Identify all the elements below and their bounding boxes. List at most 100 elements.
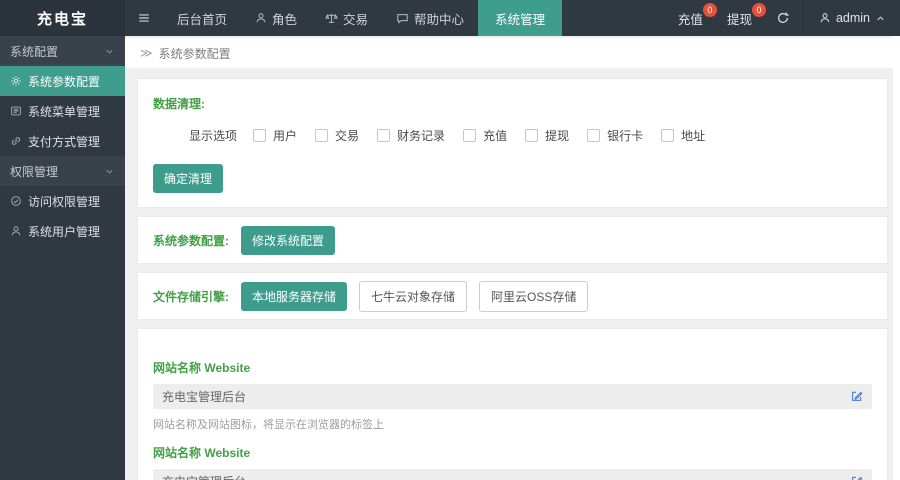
top-navigation: 后台首页 角色 交易 帮助中心 系统管理 (163, 0, 563, 36)
user-menu[interactable]: admin (801, 0, 900, 36)
checkbox-bank-card[interactable]: 银行卡 (587, 127, 643, 144)
card-title: 数据清理: (153, 97, 205, 111)
sidebar-item-system-params[interactable]: 系统参数配置 (0, 66, 125, 96)
website-name-input-2[interactable] (153, 469, 872, 480)
sidebar-item-label: 系统用户管理 (28, 224, 101, 239)
breadcrumb-label: 系统参数配置 (158, 46, 231, 61)
checkbox-box[interactable] (661, 129, 675, 142)
storage-engine-card: 文件存储引擎: 本地服务器存储 七牛云对象存储 阿里云OSS存储 (137, 272, 888, 320)
field-help-text: 网站名称及网站图标，将显示在浏览器的标签上 (153, 419, 384, 431)
main-area: ≫ 系统参数配置 数据清理: 显示选项 用户 交易 财务记录 充值 提现 银行卡… (125, 36, 900, 480)
checkbox-withdraw[interactable]: 提现 (525, 127, 569, 144)
confirm-cleanup-button[interactable]: 确定清理 (153, 164, 224, 193)
checkbox-box[interactable] (587, 129, 601, 142)
input-wrap (153, 469, 872, 480)
storage-aliyun-oss-button[interactable]: 阿里云OSS存储 (479, 280, 589, 312)
checkbox-box[interactable] (525, 129, 539, 142)
sidebar-group-permissions[interactable]: 权限管理 (0, 156, 125, 186)
website-name-input-1[interactable] (153, 384, 872, 409)
topbar-right: 充值 0 提现 0 admin (666, 0, 900, 36)
website-name-field-2: 网站名称 Website 网站名称及网站图标，将显示在浏览器的标签上 (153, 444, 872, 480)
withdraw-badge: 0 (751, 3, 766, 17)
refresh-icon[interactable] (764, 0, 802, 36)
check-circle-icon (10, 195, 22, 207)
checkbox-transactions[interactable]: 交易 (315, 127, 359, 144)
input-wrap (153, 384, 872, 409)
chat-icon (396, 12, 409, 25)
link-icon (10, 135, 22, 147)
checkbox-label: 充值 (483, 129, 508, 143)
card-title: 文件存储引擎: (153, 289, 229, 304)
sidebar-item-system-menu[interactable]: 系统菜单管理 (0, 96, 125, 126)
nav-item-label: 角色 (272, 12, 298, 27)
sidebar-item-label: 支付方式管理 (28, 134, 101, 149)
breadcrumb: ≫ 系统参数配置 (125, 38, 900, 68)
nav-item-label: 帮助中心 (414, 12, 465, 27)
nav-item-label: 交易 (343, 12, 369, 27)
options-label: 显示选项 (189, 129, 238, 143)
person-icon (10, 225, 22, 237)
storage-qiniu-button[interactable]: 七牛云对象存储 (359, 280, 468, 312)
card-title: 系统参数配置: (153, 233, 229, 248)
field-label: 网站名称 Website (153, 361, 251, 375)
sidebar-item-label: 访问权限管理 (28, 194, 101, 209)
chevron-up-icon (875, 13, 886, 24)
field-label: 网站名称 Website (153, 446, 251, 460)
checkbox-box[interactable] (315, 129, 329, 142)
sidebar-item-label: 系统菜单管理 (28, 104, 101, 119)
withdraw-button[interactable]: 提现 0 (715, 0, 766, 36)
data-cleanup-card: 数据清理: 显示选项 用户 交易 财务记录 充值 提现 银行卡 地址 确定清理 (137, 78, 888, 208)
menu-list-icon (10, 105, 22, 117)
checkbox-label: 地址 (681, 129, 706, 143)
modify-system-config-button[interactable]: 修改系统配置 (241, 225, 336, 255)
nav-item-transactions[interactable]: 交易 (311, 0, 382, 36)
scrollbar[interactable] (893, 36, 900, 480)
system-config-card: 系统参数配置: 修改系统配置 (137, 216, 888, 264)
recharge-button[interactable]: 充值 0 (666, 0, 717, 36)
hamburger-icon[interactable] (125, 0, 163, 36)
cleanup-options-row: 显示选项 用户 交易 财务记录 充值 提现 银行卡 地址 (189, 127, 872, 144)
content: 数据清理: 显示选项 用户 交易 财务记录 充值 提现 银行卡 地址 确定清理 … (125, 68, 900, 480)
checkbox-label: 提现 (545, 129, 570, 143)
nav-item-help-center[interactable]: 帮助中心 (382, 0, 478, 36)
sidebar-item-label: 系统参数配置 (28, 74, 101, 89)
sidebar-item-payment-methods[interactable]: 支付方式管理 (0, 126, 125, 156)
checkbox-recharge[interactable]: 充值 (463, 127, 507, 144)
chevron-down-icon (104, 166, 115, 177)
storage-local-button[interactable]: 本地服务器存储 (241, 281, 348, 311)
checkbox-label: 用户 (273, 129, 298, 143)
nav-item-system-management[interactable]: 系统管理 (478, 0, 563, 36)
scales-icon (325, 12, 338, 25)
app-logo[interactable]: 充电宝 (0, 0, 125, 36)
sidebar-item-access-permissions[interactable]: 访问权限管理 (0, 186, 125, 216)
chevron-down-icon (104, 46, 115, 57)
sidebar-group-system-config[interactable]: 系统配置 (0, 36, 125, 66)
checkbox-address[interactable]: 地址 (661, 127, 705, 144)
nav-item-home[interactable]: 后台首页 (163, 0, 241, 36)
person-icon (819, 12, 831, 24)
checkbox-box[interactable] (377, 129, 391, 142)
website-name-field-1: 网站名称 Website 网站名称及网站图标，将显示在浏览器的标签上 (153, 359, 872, 432)
sidebar-item-system-users[interactable]: 系统用户管理 (0, 216, 125, 246)
checkbox-financial-records[interactable]: 财务记录 (377, 127, 445, 144)
person-icon (255, 12, 267, 24)
checkbox-users[interactable]: 用户 (253, 127, 297, 144)
site-settings-card: 网站名称 Website 网站名称及网站图标，将显示在浏览器的标签上 网站名称 … (137, 328, 888, 480)
checkbox-label: 银行卡 (607, 129, 644, 143)
withdraw-label: 提现 (726, 12, 752, 27)
recharge-label: 充值 (677, 12, 703, 27)
breadcrumb-chevrons-icon: ≫ (140, 46, 153, 60)
checkbox-label: 财务记录 (397, 129, 446, 143)
checkbox-label: 交易 (335, 129, 360, 143)
edit-icon[interactable] (850, 474, 864, 480)
topbar: 充电宝 后台首页 角色 交易 帮助中心 系统管理 充值 0 提现 0 admin (0, 0, 900, 36)
checkbox-box[interactable] (463, 129, 477, 142)
nav-item-roles[interactable]: 角色 (241, 0, 311, 36)
group-label: 系统配置 (10, 44, 59, 59)
username: admin (835, 11, 870, 25)
gear-icon (10, 75, 22, 87)
nav-item-label: 后台首页 (177, 12, 228, 27)
edit-icon[interactable] (850, 389, 864, 403)
checkbox-box[interactable] (253, 129, 267, 142)
group-label: 权限管理 (10, 164, 59, 179)
